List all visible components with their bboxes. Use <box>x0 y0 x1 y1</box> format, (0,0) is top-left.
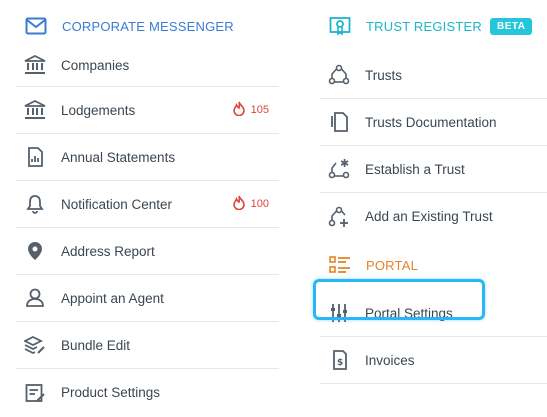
menu-item-address-report[interactable]: Address Report <box>16 228 279 275</box>
menu-item-label: Establish a Trust <box>365 161 465 177</box>
edit-list-icon <box>24 382 46 404</box>
menu-item-companies[interactable]: Companies <box>16 44 279 87</box>
portal-title: PORTAL <box>366 257 419 273</box>
menu-item-label: Portal Settings <box>365 305 453 321</box>
trust-establish-icon: ✱ <box>328 158 350 180</box>
menu-item-label: Invoices <box>365 352 415 368</box>
trust-nodes-icon <box>328 64 350 86</box>
bell-icon <box>24 193 46 215</box>
documents-icon <box>328 111 350 133</box>
menu-item-add-existing-trust[interactable]: Add an Existing Trust <box>320 193 547 240</box>
menu-item-appoint-an-agent[interactable]: Appoint an Agent <box>16 275 279 322</box>
menu-item-label: Lodgements <box>61 102 136 118</box>
trust-register-header: TRUST REGISTER BETA <box>320 0 547 52</box>
flame-icon <box>232 195 251 213</box>
bank-icon <box>24 54 46 76</box>
menu-item-product-settings[interactable]: Product Settings <box>16 369 279 416</box>
layers-edit-icon <box>24 334 46 356</box>
portal-header: PORTAL <box>320 240 547 290</box>
beta-badge: BETA <box>489 17 533 35</box>
menu-item-lodgements[interactable]: Lodgements 105 <box>16 87 279 134</box>
flame-icon <box>232 101 251 119</box>
corporate-messenger-title: CORPORATE MESSENGER <box>62 18 234 34</box>
menu-item-notification-center[interactable]: Notification Center 100 <box>16 181 279 228</box>
menu-item-label: Notification Center <box>61 196 173 212</box>
lodgements-count: 105 <box>250 104 269 116</box>
sliders-icon <box>328 302 350 324</box>
menu-item-label: Address Report <box>61 243 155 259</box>
notification-count: 100 <box>250 198 269 210</box>
map-pin-icon <box>24 240 46 262</box>
menu-item-label: Trusts Documentation <box>365 114 497 130</box>
bank-icon <box>24 99 46 121</box>
mail-icon <box>24 14 48 38</box>
menu-item-portal-settings[interactable]: Portal Settings <box>320 290 547 337</box>
menu-item-label: Add an Existing Trust <box>365 209 493 224</box>
trust-add-icon <box>328 206 350 228</box>
user-icon <box>24 287 46 309</box>
menu-item-trusts[interactable]: Trusts <box>320 52 547 99</box>
menu-item-bundle-edit[interactable]: Bundle Edit <box>16 322 279 369</box>
notification-count-badge: 100 <box>232 195 269 213</box>
menu-item-annual-statements[interactable]: Annual Statements <box>16 134 279 181</box>
menu-item-label: Companies <box>61 57 130 73</box>
menu-item-invoices[interactable]: $ Invoices <box>320 337 547 384</box>
trust-portal-column: TRUST REGISTER BETA Trusts Trusts Docume… <box>320 0 547 384</box>
menu-item-label: Bundle Edit <box>61 337 131 353</box>
svg-text:$: $ <box>337 358 343 368</box>
invoice-icon: $ <box>328 349 350 371</box>
certificate-icon <box>328 14 352 38</box>
menu-item-establish-a-trust[interactable]: ✱ Establish a Trust <box>320 146 547 193</box>
report-document-icon <box>24 146 46 168</box>
corporate-messenger-section: CORPORATE MESSENGER Companies Lodgements… <box>16 0 279 416</box>
svg-text:✱: ✱ <box>340 158 349 170</box>
lodgements-count-badge: 105 <box>232 101 269 119</box>
menu-item-trusts-documentation[interactable]: Trusts Documentation <box>320 99 547 146</box>
trust-register-title: TRUST REGISTER <box>366 18 482 34</box>
portal-list-icon <box>328 253 352 277</box>
menu-item-label: Product Settings <box>61 385 161 400</box>
menu-item-label: Trusts <box>365 67 402 83</box>
menu-item-label: Annual Statements <box>61 149 176 165</box>
menu-item-label: Appoint an Agent <box>61 290 164 306</box>
